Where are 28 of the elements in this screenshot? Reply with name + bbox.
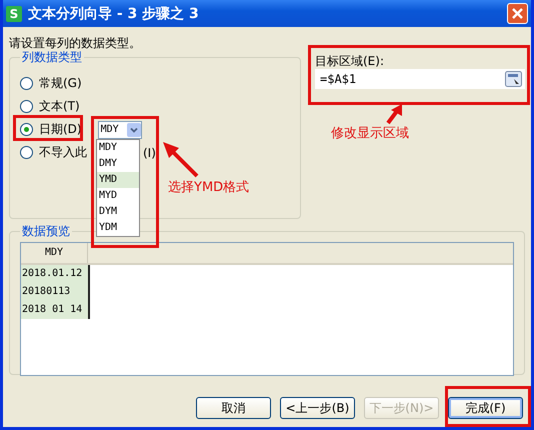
- radio-label: 不导入此: [39, 144, 87, 161]
- annotation-text: 修改显示区域: [331, 125, 409, 142]
- group-title: 数据预览: [21, 223, 71, 240]
- dialog-button[interactable]: 完成(F): [448, 397, 523, 419]
- dropdown-option[interactable]: YDM: [97, 220, 139, 236]
- format-dropdown[interactable]: MDY: [98, 120, 142, 138]
- table-cell: 2018.01.12: [21, 265, 90, 283]
- table-cell: 20180113: [21, 283, 90, 301]
- radio-label: 常规(G): [39, 75, 82, 92]
- dialog-button[interactable]: <上一步(B): [280, 397, 355, 419]
- window-title: 文本分列向导 - 3 步骤之 3: [28, 4, 200, 22]
- radio-label: (I): [143, 146, 156, 160]
- dropdown-option[interactable]: DMY: [97, 156, 139, 172]
- table-cell: 2018 01 14: [21, 301, 90, 319]
- radio-label: 文本(T): [39, 98, 80, 115]
- dropdown-option[interactable]: DYM: [97, 204, 139, 220]
- group-title: 列数据类型: [21, 49, 83, 66]
- app-icon: S: [6, 6, 22, 22]
- radio-label: 日期(D): [39, 121, 82, 138]
- dialog-button[interactable]: 取消: [196, 397, 271, 419]
- dropdown-option[interactable]: MYD: [97, 188, 139, 204]
- range-field[interactable]: =$A$1: [315, 69, 525, 89]
- instruction-text: 请设置每列的数据类型。: [9, 35, 142, 49]
- dropdown-option[interactable]: MDY: [97, 140, 139, 156]
- annotation-text: 选择YMD格式: [168, 179, 250, 196]
- column-header: MDY: [21, 243, 88, 263]
- dropdown-option[interactable]: YMD: [97, 172, 139, 188]
- field-label: 目标区域(E):: [315, 53, 385, 69]
